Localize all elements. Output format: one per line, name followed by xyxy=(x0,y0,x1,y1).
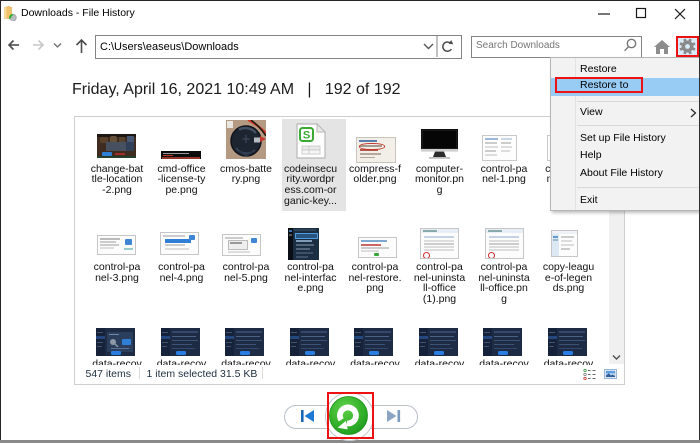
svg-text:S: S xyxy=(303,129,310,141)
